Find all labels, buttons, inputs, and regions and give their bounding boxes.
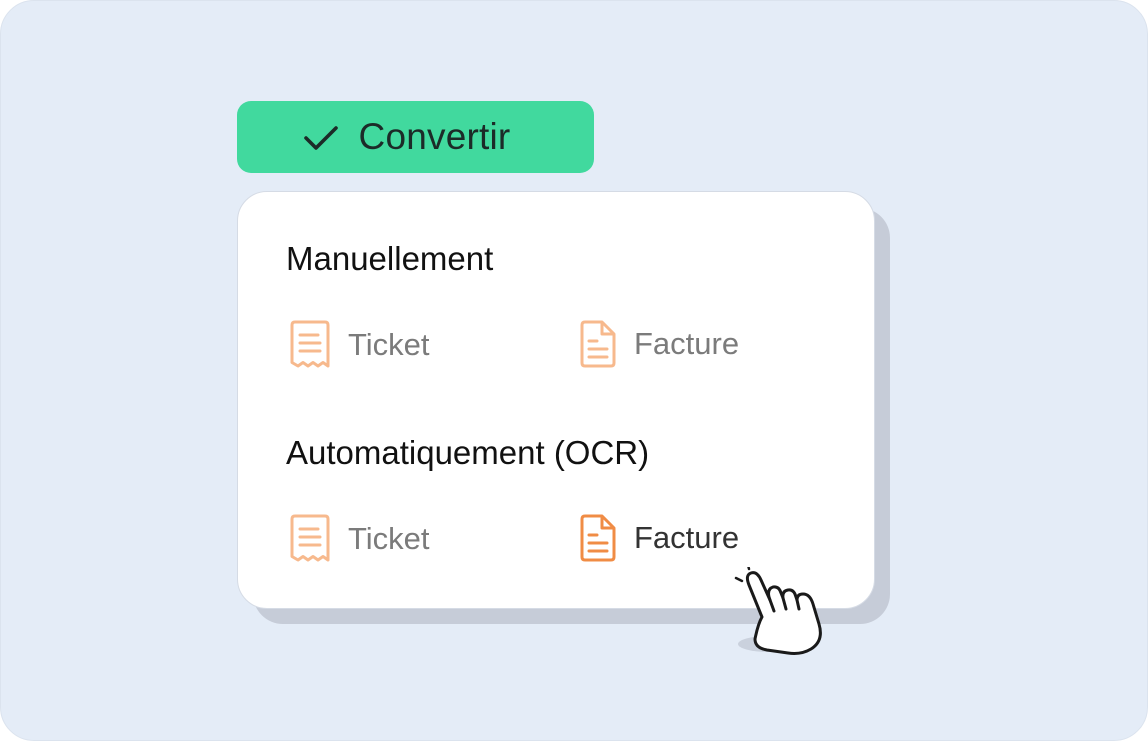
receipt-icon xyxy=(290,514,330,562)
receipt-icon xyxy=(290,320,330,368)
section-title-manual: Manuellement xyxy=(286,240,494,277)
option-label: Ticket xyxy=(348,521,430,556)
option-ocr-facture[interactable]: Facture xyxy=(578,513,739,563)
check-icon xyxy=(303,126,338,150)
invoice-icon xyxy=(580,320,616,368)
invoice-icon xyxy=(580,514,616,562)
background-canvas: Convertir Manuellement Ticket Facture Au… xyxy=(0,0,1148,741)
convert-button[interactable]: Convertir xyxy=(237,101,594,173)
option-label: Ticket xyxy=(348,327,430,362)
convert-button-label: Convertir xyxy=(358,116,511,157)
option-ocr-ticket[interactable]: Ticket xyxy=(288,513,430,565)
convert-menu: Manuellement Ticket Facture Automatiquem… xyxy=(237,191,875,609)
option-manual-facture[interactable]: Facture xyxy=(578,319,739,369)
option-label: Facture xyxy=(634,326,740,361)
section-title-ocr: Automatiquement (OCR) xyxy=(286,434,650,471)
option-label: Facture xyxy=(634,520,740,555)
hand-pointer-icon xyxy=(734,567,822,655)
option-manual-ticket[interactable]: Ticket xyxy=(288,319,430,371)
